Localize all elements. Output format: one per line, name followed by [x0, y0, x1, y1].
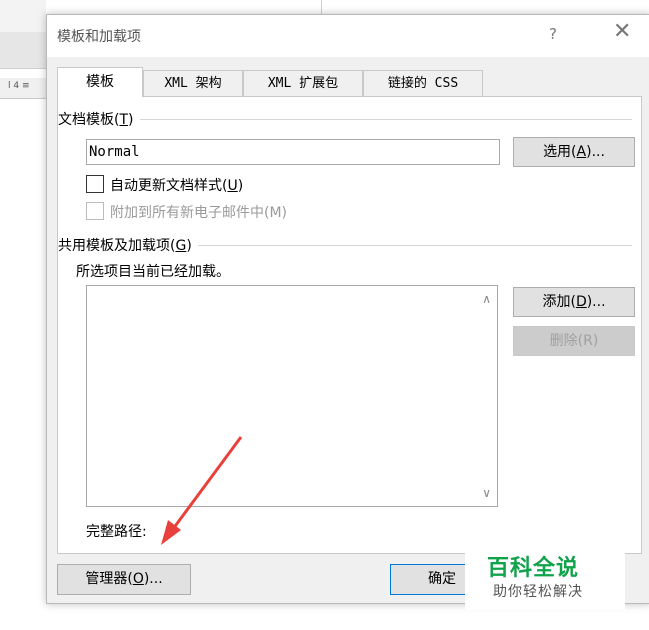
document-template-label: 文档模板(T): [58, 109, 140, 129]
remove-template-button: 删除(R): [513, 326, 635, 356]
ruler-mark: l 4 ≡: [8, 81, 30, 91]
auto-update-styles-checkbox[interactable]: 自动更新文档样式(U): [86, 175, 243, 195]
document-template-field[interactable]: Normal: [86, 139, 500, 165]
watermark-logo: 百科全说 助你轻松解决: [465, 548, 625, 610]
attach-template-button[interactable]: 选用(A)...: [513, 137, 635, 167]
background-toolbar: [0, 0, 46, 32]
scroll-up-icon[interactable]: ∧: [482, 292, 491, 306]
background-ribbon: [0, 32, 46, 69]
dialog-title: 模板和加载项: [57, 29, 141, 45]
tab-linked-css[interactable]: 链接的 CSS: [363, 70, 483, 96]
templates-addins-dialog: 模板和加载项 ? ✕ 模板 XML 架构 XML 扩展包 链接的 CSS 文档模…: [46, 14, 649, 610]
loaded-status-text: 所选项目当前已经加载。: [76, 261, 236, 281]
tab-xml-expansion-packs[interactable]: XML 扩展包: [243, 70, 363, 96]
tab-panel-templates: 文档模板(T) Normal 选用(A)... 自动更新文档样式(U) 附加到所…: [57, 96, 642, 554]
background-divider: [321, 0, 322, 14]
checkbox-icon: [86, 202, 104, 220]
watermark-subtitle: 助你轻松解决: [493, 584, 583, 600]
attach-to-email-checkbox: 附加到所有新电子邮件中(M): [86, 202, 287, 222]
tab-xml-schema[interactable]: XML 架构: [143, 70, 243, 96]
group-divider: [66, 119, 632, 120]
addins-listbox[interactable]: ∧ ∨: [86, 285, 498, 507]
close-button[interactable]: ✕: [613, 21, 631, 43]
checkbox-icon[interactable]: [86, 175, 104, 193]
watermark-title: 百科全说: [487, 556, 580, 581]
help-button[interactable]: ?: [549, 25, 557, 43]
title-bar: 模板和加载项 ? ✕: [47, 15, 649, 57]
add-template-button[interactable]: 添加(D)...: [513, 287, 635, 317]
full-path-label: 完整路径:: [86, 521, 153, 541]
scroll-down-icon[interactable]: ∨: [482, 486, 491, 500]
global-templates-label: 共用模板及加载项(G): [58, 235, 198, 255]
tab-templates[interactable]: 模板: [57, 67, 143, 97]
organizer-button[interactable]: 管理器(O)...: [57, 564, 191, 595]
